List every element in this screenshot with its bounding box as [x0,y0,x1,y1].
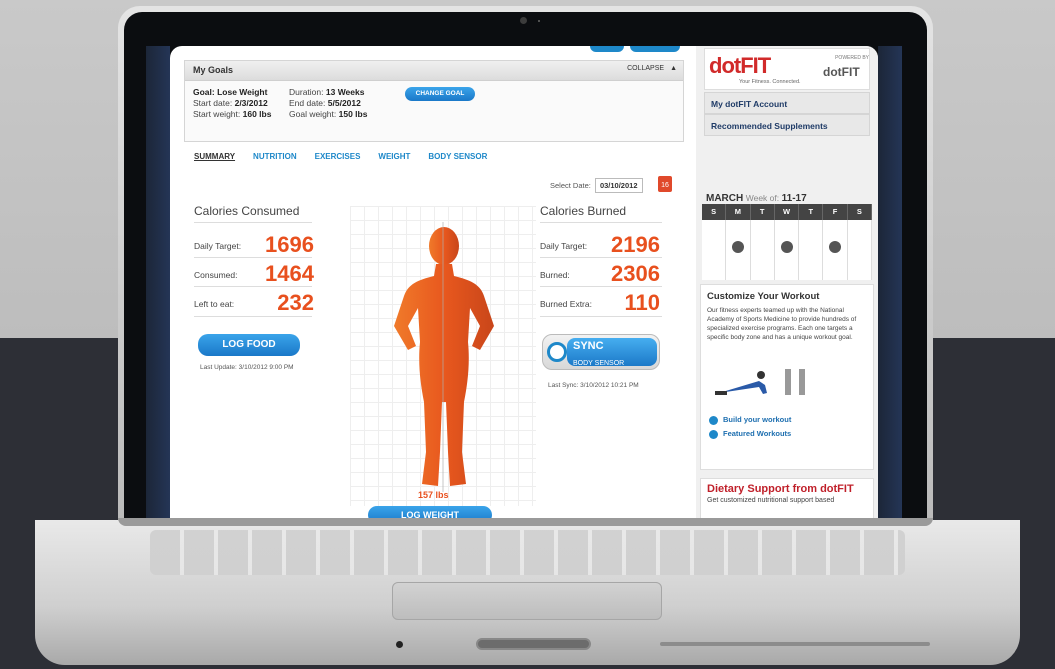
collapse-button[interactable]: COLLAPSE ▲ [627,65,677,72]
consumed-divider-3 [194,286,312,287]
laptop-hinge [118,518,933,526]
last-update: Last Update: 3/10/2012 9:00 PM [200,364,294,371]
consumed-divider [194,222,312,223]
caret-up-icon: ▲ [670,65,677,72]
customize-title: Customize Your Workout [707,291,820,302]
goal-type: Goal: Lose Weight [193,87,268,97]
recommended-supplements-link[interactable]: Recommended Supplements [704,114,870,136]
week-workouts [702,220,872,280]
goals-body: Goal: Lose Weight Start date: 2/3/2012 S… [185,81,683,141]
day-fri[interactable] [823,220,848,280]
burned-daily-target-value: 2196 [611,232,660,257]
tab-body-sensor[interactable]: BODY SENSOR [428,152,487,161]
consumed-divider-2 [194,257,312,258]
date-selector: Select Date: 03/10/2012 [550,178,643,193]
start-weight: Start weight: 160 lbs [193,109,272,119]
burned-title: Calories Burned [540,204,627,218]
left-to-eat-value: 232 [277,290,314,315]
dietary-title: Dietary Support from dotFIT [707,483,854,495]
last-sync: Last Sync: 3/10/2012 10:21 PM [548,382,639,389]
goals-title: My Goals [193,65,234,75]
arrow-right-icon [709,429,718,439]
powered-by: POWERED BY [835,55,869,61]
change-goal-button[interactable]: CHANGE GOAL [405,87,475,101]
dumbbell-icon [732,241,745,253]
day-sat[interactable] [848,220,872,280]
burned-divider-3 [540,286,662,287]
logo-tagline: Your Fitness. Connected. [739,79,801,85]
end-date: End date: 5/5/2012 [289,98,361,108]
tab-nutrition[interactable]: NUTRITION [253,152,297,161]
tab-weight[interactable]: WEIGHT [378,152,410,161]
featured-workouts-link[interactable]: Featured Workouts [709,429,791,439]
side-panel: dotFIT Your Fitness. Connected. POWERED … [696,46,878,518]
current-weight: 157 lbs [418,490,449,500]
log-weight-button[interactable]: LOG WEIGHT [368,506,492,518]
weekday-header: SMTWTFS [702,204,872,220]
speaker-grille [660,642,930,646]
dumbbell-icon [780,241,793,253]
date-label: Select Date: [550,181,591,190]
workout-figures-icon [715,369,805,395]
build-workout-link[interactable]: Build your workout [709,415,791,425]
burned-divider [540,222,662,223]
calendar-icon[interactable]: 16 [658,176,672,192]
customize-text: Our fitness experts teamed up with the N… [707,307,857,341]
tab-summary[interactable]: SUMMARY [194,152,235,161]
day-thu[interactable] [799,220,824,280]
burned-value: 2306 [611,261,660,286]
keyboard [150,530,905,575]
logo-main: dotFIT [709,53,771,78]
dietary-support-panel[interactable]: Dietary Support from dotFIT Get customiz… [700,478,874,518]
top-button-2[interactable] [630,46,680,52]
drive-slot [476,638,591,650]
body-figure-icon [394,222,494,492]
consumed-value: 1464 [265,261,314,286]
burned-label: Burned: [540,270,570,280]
day-sun[interactable] [702,220,727,280]
dumbbell-icon [829,241,842,253]
start-date: Start date: 2/3/2012 [193,98,268,108]
screen: My Goals COLLAPSE ▲ Goal: Lose Weight St… [170,46,878,518]
dietary-text: Get customized nutritional support based [707,497,835,504]
tab-exercises[interactable]: EXERCISES [315,152,361,161]
sync-body-sensor-button[interactable]: SYNC BODY SENSOR [542,334,660,370]
top-button-1[interactable] [590,46,624,52]
sensor-icon [547,342,567,362]
burned-extra-value: 110 [624,290,661,315]
day-mon[interactable] [726,220,751,280]
goals-header: My Goals COLLAPSE ▲ [185,61,683,81]
date-input[interactable]: 03/10/2012 [594,178,643,193]
tab-bar: SUMMARY NUTRITION EXERCISES WEIGHT BODY … [194,152,487,161]
consumed-label: Consumed: [194,270,238,280]
consumed-divider-4 [194,316,312,317]
goal-weight: Goal weight: 150 lbs [289,109,368,119]
screen-edge-left [146,46,170,518]
logo-small: dotFIT [823,65,860,79]
sync-label: SYNC BODY SENSOR [567,338,657,367]
duration: Duration: 13 Weeks [289,87,365,97]
camera [520,17,527,24]
arrow-right-icon [709,415,718,425]
sleep-light [396,641,403,648]
consumed-title: Calories Consumed [194,204,300,218]
day-tue[interactable] [751,220,775,280]
collapse-label: COLLAPSE [627,65,665,72]
my-account-link[interactable]: My dotFIT Account [704,92,870,114]
goals-panel: My Goals COLLAPSE ▲ Goal: Lose Weight St… [184,60,684,142]
consumed-daily-target-value: 1696 [265,232,314,257]
camera-light [538,20,540,22]
burned-divider-2 [540,257,662,258]
week-header: MARCH Week of: 11-17 [706,193,807,204]
dotfit-logo[interactable]: dotFIT Your Fitness. Connected. POWERED … [704,48,870,90]
day-wed[interactable] [775,220,800,280]
trackpad [392,582,662,620]
left-to-eat-label: Left to eat: [194,299,235,309]
screen-edge-right [878,46,902,518]
burned-divider-4 [540,316,662,317]
log-food-button[interactable]: LOG FOOD [198,334,300,356]
customize-workout-panel: Customize Your Workout Our fitness exper… [700,284,874,470]
